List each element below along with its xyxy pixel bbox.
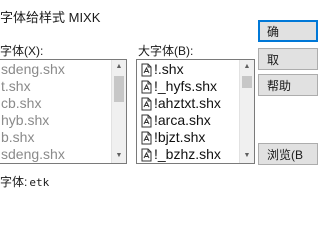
small-font-items: sdeng.shx t.shx cb.shx hyb.shx b.shx sde… [0, 61, 111, 163]
small-font-item[interactable]: cb.shx [0, 95, 111, 112]
big-font-items: !.shx !_hyfs.shx !ahztxt.shx !arca.shx !… [137, 61, 239, 163]
small-font-item[interactable]: hyb.shx [0, 112, 111, 129]
shx-font-file-icon [139, 130, 153, 145]
big-font-item-label: !bjzt.shx [154, 129, 206, 145]
scroll-up-arrow-icon[interactable]: ▲ [112, 60, 126, 74]
big-font-item[interactable]: !_hyfs.shx [137, 78, 239, 95]
big-font-item[interactable]: !arca.shx [137, 112, 239, 129]
small-font-item-label: hyb.shx [1, 112, 50, 128]
small-font-item-label: cb.shx [1, 95, 42, 111]
small-font-item[interactable]: t.shx [0, 78, 111, 95]
big-font-item-label: !ahztxt.shx [154, 95, 221, 111]
browse-button[interactable]: 浏览(B [258, 143, 318, 165]
cancel-button[interactable]: 取 [258, 48, 318, 70]
shx-font-file-icon [139, 62, 153, 77]
scroll-down-arrow-icon[interactable]: ▼ [112, 149, 126, 163]
big-font-scrollbar[interactable]: ▲ ▼ [239, 60, 254, 163]
scroll-up-arrow-icon[interactable]: ▲ [240, 60, 254, 74]
big-font-item-label: !_hyfs.shx [154, 78, 218, 94]
help-button[interactable]: 帮助 [258, 74, 318, 96]
scroll-down-arrow-icon[interactable]: ▼ [240, 149, 254, 163]
big-font-item[interactable]: !.shx [137, 61, 239, 78]
small-font-item[interactable]: sdeng.shx [0, 61, 111, 78]
small-font-item-label: b.shx [1, 129, 35, 145]
font-status-value: etk [29, 176, 50, 189]
big-font-item[interactable]: !_bzhz.shx [137, 146, 239, 163]
big-font-item[interactable]: !ahztxt.shx [137, 95, 239, 112]
big-font-item-label: !.shx [154, 61, 184, 77]
small-font-listbox[interactable]: sdeng.shx t.shx cb.shx hyb.shx b.shx sde… [0, 59, 127, 164]
big-font-item[interactable]: !bjzt.shx [137, 129, 239, 146]
shx-font-file-icon [139, 96, 153, 111]
shx-font-file-icon [139, 79, 153, 94]
small-font-item[interactable]: sdeng.shx [0, 146, 111, 163]
small-font-item-label: sdeng.shx [1, 146, 65, 162]
big-font-listbox[interactable]: !.shx !_hyfs.shx !ahztxt.shx !arca.shx !… [136, 59, 255, 164]
small-font-item-label: t.shx [1, 78, 31, 94]
small-font-item[interactable]: b.shx [0, 129, 111, 146]
big-font-item-label: !_bzhz.shx [154, 146, 221, 162]
font-status-label: 字体: [0, 175, 28, 189]
small-font-scrollbar[interactable]: ▲ ▼ [111, 60, 126, 163]
small-font-label: 字体(X): [0, 44, 44, 58]
font-status: 字体: etk [0, 173, 49, 190]
scrollbar-thumb[interactable] [242, 76, 252, 88]
ok-button[interactable]: 确 [258, 20, 318, 42]
dialog-title: 字体给样式 MIXK [0, 10, 101, 25]
scrollbar-thumb[interactable] [114, 76, 124, 102]
small-font-item-label: sdeng.shx [1, 61, 65, 77]
big-font-label: 大字体(B): [138, 44, 194, 58]
shx-font-file-icon [139, 113, 153, 128]
shx-font-file-icon [139, 147, 153, 162]
big-font-item-label: !arca.shx [154, 112, 211, 128]
